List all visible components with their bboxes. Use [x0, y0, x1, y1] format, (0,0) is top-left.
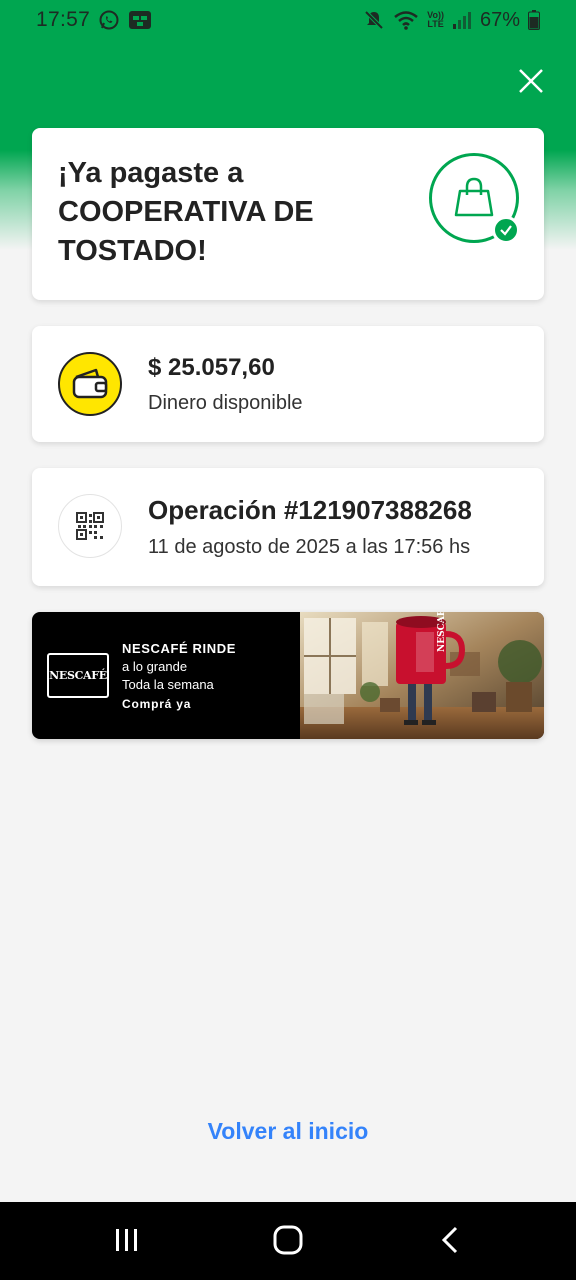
recent-apps-icon: [113, 1227, 141, 1258]
banner-photo: NESCAFÉ: [300, 612, 544, 739]
recent-apps-button[interactable]: [107, 1224, 147, 1260]
banner-headline: NESCAFÉ RINDE: [122, 641, 236, 656]
close-icon: [518, 68, 544, 99]
whatsapp-icon: [98, 9, 120, 31]
home-button[interactable]: [268, 1224, 308, 1260]
back-icon: [440, 1225, 460, 1260]
home-icon: [273, 1225, 303, 1260]
balance-label: Dinero disponible: [148, 392, 303, 414]
banner-line-1: a lo grande: [122, 659, 188, 674]
back-to-home-link[interactable]: Volver al inicio: [0, 1118, 576, 1145]
nescafe-logo: NESCAFÉ: [47, 653, 109, 698]
banner-cta: Comprá ya: [122, 697, 192, 711]
wifi-icon: [393, 9, 419, 31]
battery-percent: 67%: [479, 8, 520, 31]
mute-icon: [363, 9, 385, 31]
banner-text: NESCAFÉ RINDE a lo grande Toda la semana…: [122, 640, 236, 713]
check-icon: [492, 216, 520, 244]
operation-date: 11 de agosto de 2025 a las 17:56 hs: [148, 536, 471, 558]
wallet-icon: [58, 352, 122, 416]
banner-line-2: Toda la semana: [122, 677, 214, 692]
system-navigation-bar: [0, 1202, 576, 1280]
signal-icon: [452, 10, 472, 30]
status-time: 17:57: [36, 8, 91, 31]
volte-icon: Vo)) LTE: [427, 10, 444, 29]
battery-icon: [528, 10, 540, 30]
operation-card: Operación #121907388268 11 de agosto de …: [32, 468, 544, 586]
nescafe-promo-banner[interactable]: NESCAFÉ NESCAFÉ RINDE a lo grande Toda l…: [32, 612, 544, 739]
payment-success-card: ¡Ya pagaste a COOPERATIVA DE TOSTADO!: [32, 128, 544, 300]
status-bar: 17:57 Vo)) LTE 67%: [0, 0, 576, 40]
close-button[interactable]: [512, 64, 550, 102]
qr-code-icon: [58, 494, 122, 558]
back-button[interactable]: [430, 1224, 470, 1260]
balance-card: $ 25.057,60 Dinero disponible: [32, 326, 544, 442]
balance-amount: $ 25.057,60: [148, 354, 275, 381]
mug-label: NESCAFÉ: [435, 612, 447, 652]
payment-success-title: ¡Ya pagaste a COOPERATIVA DE TOSTADO!: [58, 157, 314, 267]
app-notification-icon: [128, 9, 152, 31]
operation-number: Operación #121907388268: [148, 495, 472, 525]
